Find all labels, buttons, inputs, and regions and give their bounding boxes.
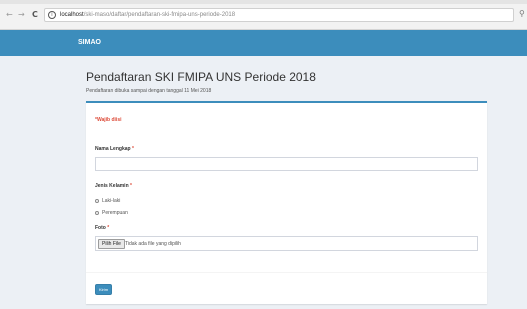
required-note-text: Wajib diisi — [96, 117, 122, 123]
name-label-text: Nama Lengkap — [95, 146, 131, 152]
arrow-right-icon[interactable]: → — [18, 11, 25, 19]
page-subtitle: Pendaftaran dibuka sampai dengan tanggal… — [86, 88, 212, 94]
brand-logo-text[interactable]: SIMAO — [78, 39, 101, 47]
required-marker: * — [107, 225, 110, 231]
gender-label: Jenis Kelamin * — [95, 183, 132, 189]
gender-label-text: Jenis Kelamin — [95, 183, 129, 189]
info-icon[interactable]: i — [48, 11, 56, 19]
gender-option-female[interactable]: Perempuan — [95, 210, 128, 216]
full-name-input[interactable] — [95, 157, 478, 171]
tab-strip — [0, 0, 527, 4]
gender-option-label: Perempuan — [102, 210, 128, 216]
url-host: localhost — [60, 12, 84, 18]
browser-toolbar: ← → C i localhost/ski-maso/daftar/pendaf… — [0, 0, 527, 30]
submit-button[interactable]: Kirim — [95, 284, 112, 295]
reload-icon[interactable]: C — [32, 11, 38, 19]
form-divider — [86, 272, 487, 273]
required-note: *Wajib diisi — [95, 117, 122, 123]
top-navbar: SIMAO — [0, 30, 527, 56]
url-text[interactable]: localhost/ski-maso/daftar/pendaftaran-sk… — [60, 11, 235, 20]
file-status-text: Tidak ada file yang dipilih — [125, 241, 181, 247]
photo-label-text: Foto — [95, 225, 106, 231]
name-label: Nama Lengkap * — [95, 146, 134, 152]
arrow-left-icon[interactable]: ← — [6, 11, 13, 19]
photo-file-input[interactable]: Pilih File Tidak ada file yang dipilih — [95, 236, 478, 251]
gender-option-label: Laki-laki — [102, 198, 121, 204]
radio-icon[interactable] — [95, 211, 99, 215]
search-icon[interactable]: ⚲ — [519, 9, 525, 18]
registration-form-box: *Wajib diisi Nama Lengkap * Jenis Kelami… — [86, 101, 487, 304]
photo-label: Foto * — [95, 225, 109, 231]
page-title: Pendaftaran SKI FMIPA UNS Periode 2018 — [86, 70, 316, 84]
required-marker: * — [130, 183, 132, 189]
gender-option-male[interactable]: Laki-laki — [95, 198, 120, 204]
radio-icon[interactable] — [95, 199, 99, 203]
required-marker: * — [131, 146, 134, 152]
url-path: /ski-maso/daftar/pendaftaran-ski-fmipa-u… — [83, 12, 236, 18]
choose-file-button[interactable]: Pilih File — [98, 239, 125, 249]
address-bar[interactable]: i localhost/ski-maso/daftar/pendaftaran-… — [44, 8, 514, 22]
